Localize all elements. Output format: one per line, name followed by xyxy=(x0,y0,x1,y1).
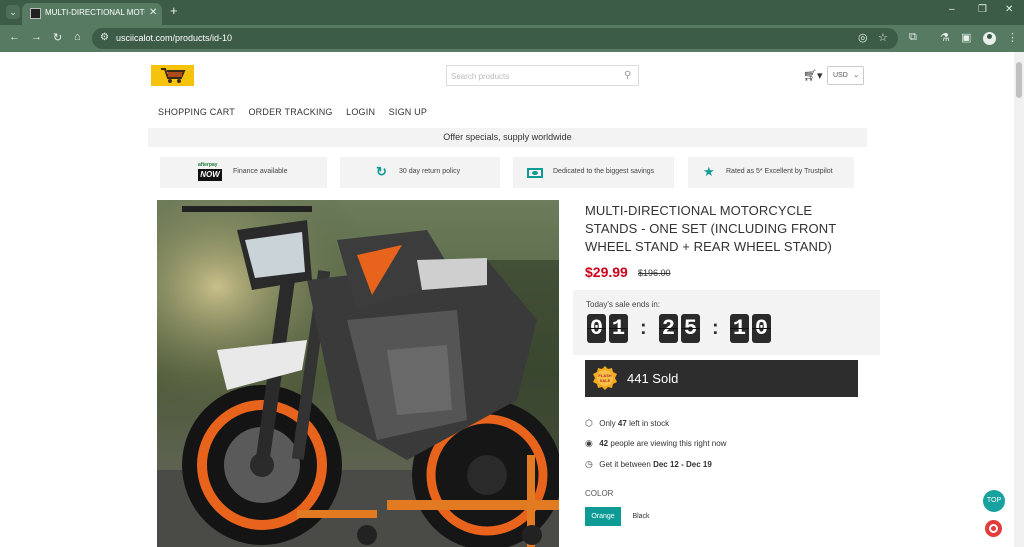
nav-shopping-cart[interactable]: SHOPPING CART xyxy=(158,107,235,117)
nav-sign-up[interactable]: SIGN UP xyxy=(389,107,427,117)
page-content: ⚲ 🛒︎▾ USD ⌄ SHOPPING CART ORDER TRACKING… xyxy=(0,52,1014,547)
browser-tab[interactable]: MULTI-DIRECTIONAL MOTORCYCLE ✕ xyxy=(22,3,162,25)
extensions-icon[interactable]: ⧉ xyxy=(909,31,917,44)
sale-price: $29.99 xyxy=(585,264,628,280)
color-option-orange[interactable]: Orange xyxy=(585,507,621,526)
tab-close-icon[interactable]: ✕ xyxy=(149,7,157,18)
sidebar-icon[interactable]: ▣ xyxy=(961,31,971,44)
feature-finance: afterpay NOW Finance available xyxy=(160,157,327,188)
flash-sale-text: FLASH SALE xyxy=(593,373,617,383)
flash-line2: SALE xyxy=(599,378,611,383)
cart-dropdown-icon[interactable]: 🛒︎▾ xyxy=(803,69,823,82)
home-icon[interactable]: ⌂ xyxy=(74,31,81,43)
countdown-digit: 2 xyxy=(659,314,678,343)
new-tab-button[interactable]: + xyxy=(170,3,178,18)
stock-prefix: Only xyxy=(599,419,616,428)
countdown-digit: 1 xyxy=(730,314,749,343)
search-box: ⚲ xyxy=(446,65,639,86)
search-icon[interactable]: ⚲ xyxy=(624,70,631,81)
star-icon: ★ xyxy=(703,164,715,179)
viewers-info: ◉ 42 people are viewing this right now xyxy=(585,438,726,449)
countdown-digit: 0 xyxy=(752,314,771,343)
browser-tab-bar: ⌄ MULTI-DIRECTIONAL MOTORCYCLE ✕ + – ❐ ✕ xyxy=(0,0,1024,25)
stock-info: ⬡ Only 47 left in stock xyxy=(585,418,669,429)
scroll-thumb[interactable] xyxy=(1016,62,1022,98)
feature-label: Dedicated to the biggest savings xyxy=(553,168,655,175)
back-to-top-button[interactable]: TOP xyxy=(983,490,1005,512)
tab-favicon xyxy=(30,8,41,19)
countdown-label: Today's sale ends in: xyxy=(586,300,661,309)
currency-value: USD xyxy=(833,72,848,79)
color-option-black[interactable]: Black xyxy=(624,507,658,526)
afterpay-text: afterpay xyxy=(198,162,218,168)
currency-select[interactable]: USD ⌄ xyxy=(827,66,864,85)
viewers-suffix: people are viewing this right now xyxy=(610,439,727,448)
sold-count: 441 Sold xyxy=(627,371,679,386)
countdown-separator: : xyxy=(640,317,647,339)
product-image[interactable] xyxy=(157,200,559,547)
money-icon xyxy=(527,168,543,178)
address-bar[interactable]: ⚙ usciicalot.com/products/id-10 ◎ ☆ xyxy=(92,28,898,49)
profile-avatar[interactable] xyxy=(983,32,996,45)
now-badge: NOW xyxy=(198,169,222,181)
motorcycle-photo xyxy=(157,200,559,547)
clock-icon: ◷ xyxy=(585,459,593,469)
flash-sale-icon: FLASH SALE xyxy=(593,366,617,390)
eye-off-icon[interactable]: ◎ xyxy=(858,31,868,44)
sold-banner: FLASH SALE 441 Sold xyxy=(585,360,858,397)
delivery-prefix: Get it between xyxy=(599,460,651,469)
minimize-button[interactable]: – xyxy=(949,4,955,15)
countdown-digit: 5 xyxy=(681,314,700,343)
feature-label: Finance available xyxy=(233,168,288,175)
stock-suffix: left in stock xyxy=(629,419,670,428)
eye-icon: ◉ xyxy=(585,438,593,448)
chevron-down-icon: ⌄ xyxy=(853,72,859,79)
browser-toolbar: ← → ↻ ⌂ ⚙ usciicalot.com/products/id-10 … xyxy=(0,25,1024,52)
site-settings-icon[interactable]: ⚙ xyxy=(100,32,109,43)
nav-order-tracking[interactable]: ORDER TRACKING xyxy=(248,107,332,117)
feature-label: 30 day return policy xyxy=(399,168,461,175)
restore-button[interactable]: ❐ xyxy=(978,4,987,15)
tab-search-icon[interactable]: ⌄ xyxy=(6,5,20,19)
product-title: MULTI-DIRECTIONAL MOTORCYCLE STANDS - ON… xyxy=(585,203,837,254)
labs-icon[interactable]: ⚗ xyxy=(940,31,950,44)
nav-login[interactable]: LOGIN xyxy=(346,107,375,117)
offer-banner: Offer specials, supply worldwide xyxy=(148,128,867,147)
refresh-icon: ↻ xyxy=(376,164,387,179)
forward-icon[interactable]: → xyxy=(31,31,42,43)
viewers-count: 42 xyxy=(599,439,609,448)
url-text[interactable]: usciicalot.com/products/id-10 xyxy=(116,33,232,43)
menu-icon[interactable]: ⋮ xyxy=(1007,31,1018,44)
help-chat-icon[interactable] xyxy=(985,520,1002,537)
reload-icon[interactable]: ↻ xyxy=(53,31,62,44)
box-icon: ⬡ xyxy=(585,418,593,428)
countdown-separator: : xyxy=(712,317,719,339)
bookmark-star-icon[interactable]: ☆ xyxy=(878,31,888,44)
feature-returns: ↻ 30 day return policy xyxy=(340,157,500,188)
feature-trustpilot: ★ Rated as 5* Excellent by Trustpilot xyxy=(688,157,854,188)
close-window-button[interactable]: ✕ xyxy=(1005,4,1013,15)
countdown-digit: 0 xyxy=(587,314,606,343)
main-nav: SHOPPING CART ORDER TRACKING LOGIN SIGN … xyxy=(158,107,438,117)
cart-logo-icon xyxy=(161,68,186,83)
site-logo[interactable] xyxy=(151,65,194,86)
page-scrollbar[interactable] xyxy=(1014,52,1024,547)
tab-title: MULTI-DIRECTIONAL MOTORCYCLE xyxy=(45,8,145,17)
search-input[interactable] xyxy=(451,69,616,83)
countdown-digit: 1 xyxy=(609,314,628,343)
back-icon[interactable]: ← xyxy=(9,31,20,43)
delivery-info: ◷ Get it between Dec 12 - Dec 19 xyxy=(585,459,712,470)
feature-savings: Dedicated to the biggest savings xyxy=(513,157,674,188)
afterpay-now-logo: afterpay NOW xyxy=(198,162,222,184)
delivery-dates: Dec 12 - Dec 19 xyxy=(653,460,712,469)
color-label: COLOR xyxy=(585,489,614,498)
stock-count: 47 xyxy=(617,419,627,428)
original-price: $196.00 xyxy=(638,268,671,278)
sale-countdown: Today's sale ends in: 0 1 : 2 5 : 1 0 xyxy=(573,290,880,355)
feature-label: Rated as 5* Excellent by Trustpilot xyxy=(726,168,833,175)
